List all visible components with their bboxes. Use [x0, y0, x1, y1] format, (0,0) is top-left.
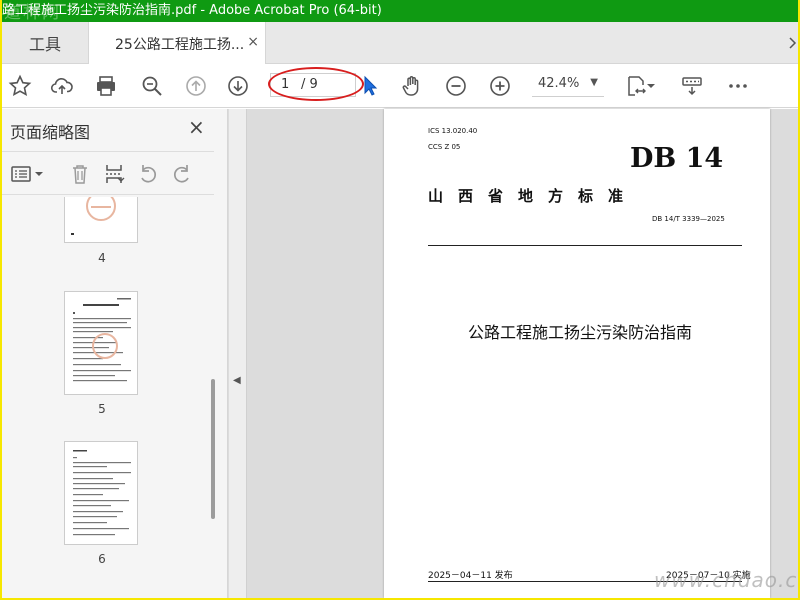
page-thumbnails-panel: 页面缩略图 × 4 5 6	[2, 109, 228, 598]
panel-title: 页面缩略图	[10, 123, 91, 142]
chevron-left-icon: ◀	[233, 375, 241, 386]
more-options-icon[interactable]	[724, 72, 752, 100]
close-panel-icon[interactable]: ×	[188, 115, 205, 139]
tab-scroll-icon[interactable]	[788, 36, 798, 53]
province-standard-heading: 山 西 省 地 方 标 准	[428, 187, 624, 205]
annotation-circle	[268, 67, 364, 101]
hand-tool-icon[interactable]	[398, 72, 426, 100]
fit-page-dropdown-icon[interactable]	[644, 72, 658, 100]
insert-page-icon[interactable]	[102, 162, 128, 186]
zoom-level-value: 42.4%	[538, 76, 580, 91]
zoom-in-icon[interactable]	[486, 72, 514, 100]
document-title: 公路工程施工扬尘污染防治指南	[468, 323, 693, 342]
options-menu-icon[interactable]	[10, 162, 46, 186]
thumbnail-page-6[interactable]	[64, 441, 138, 545]
chevron-down-icon: ▼	[590, 77, 598, 88]
thumbnail-page-5[interactable]	[64, 291, 138, 395]
header-divider	[428, 245, 742, 246]
watermark-url: www.chdao.c	[654, 568, 798, 592]
pdf-page: ICS 13.020.40 CCS Z 05 DB 14 山 西 省 地 方 标…	[384, 109, 770, 598]
close-tab-icon[interactable]: ×	[247, 34, 259, 50]
collapse-panel-handle[interactable]: ◀	[229, 109, 247, 598]
thumbnail-page-4[interactable]	[64, 197, 138, 243]
tab-document-label: 25公路工程施工扬...	[115, 36, 245, 53]
bookmark-star-icon[interactable]	[6, 72, 34, 100]
panel-scrollbar[interactable]	[211, 379, 215, 519]
standard-number: DB 14/T 3339—2025	[652, 215, 725, 223]
thumbnail-toolbar	[2, 151, 214, 195]
print-icon[interactable]	[92, 72, 120, 100]
title-bar: 路工程施工扬尘污染防治指南.pdf - Adobe Acrobat Pro (6…	[2, 0, 798, 22]
tab-tools[interactable]: 工具	[2, 22, 88, 64]
acrobat-window: 路工程施工扬尘污染防治指南.pdf - Adobe Acrobat Pro (6…	[2, 0, 798, 598]
rotate-left-icon[interactable]	[136, 162, 162, 186]
delete-trash-icon[interactable]	[68, 162, 94, 186]
keyboard-tool-icon[interactable]	[678, 72, 706, 100]
zoom-search-icon[interactable]	[138, 72, 166, 100]
ccs-code: CCS Z 05	[428, 143, 461, 151]
tab-document[interactable]: 25公路工程施工扬... ×	[88, 22, 266, 65]
ics-code: ICS 13.020.40	[428, 127, 478, 135]
thumbnail-list: 4 5 6	[2, 197, 214, 598]
zoom-out-icon[interactable]	[442, 72, 470, 100]
rotate-right-icon[interactable]	[170, 162, 196, 186]
next-page-icon[interactable]	[224, 72, 252, 100]
thumbnail-label: 5	[98, 402, 106, 416]
tab-row: 工具 25公路工程施工扬... ×	[2, 22, 798, 65]
thumbnail-label: 6	[98, 552, 106, 566]
previous-page-icon[interactable]	[182, 72, 210, 100]
publish-date: 2025－04－11 发布	[428, 571, 513, 581]
db-mark: DB 14	[630, 143, 724, 174]
upload-cloud-icon[interactable]	[48, 72, 76, 100]
thumbnail-label: 4	[98, 251, 106, 265]
toolbar: 1 / 9 42.4% ▼	[2, 64, 798, 108]
watermark-logo: 道林网	[4, 3, 61, 22]
zoom-level-select[interactable]: 42.4% ▼	[532, 73, 604, 97]
